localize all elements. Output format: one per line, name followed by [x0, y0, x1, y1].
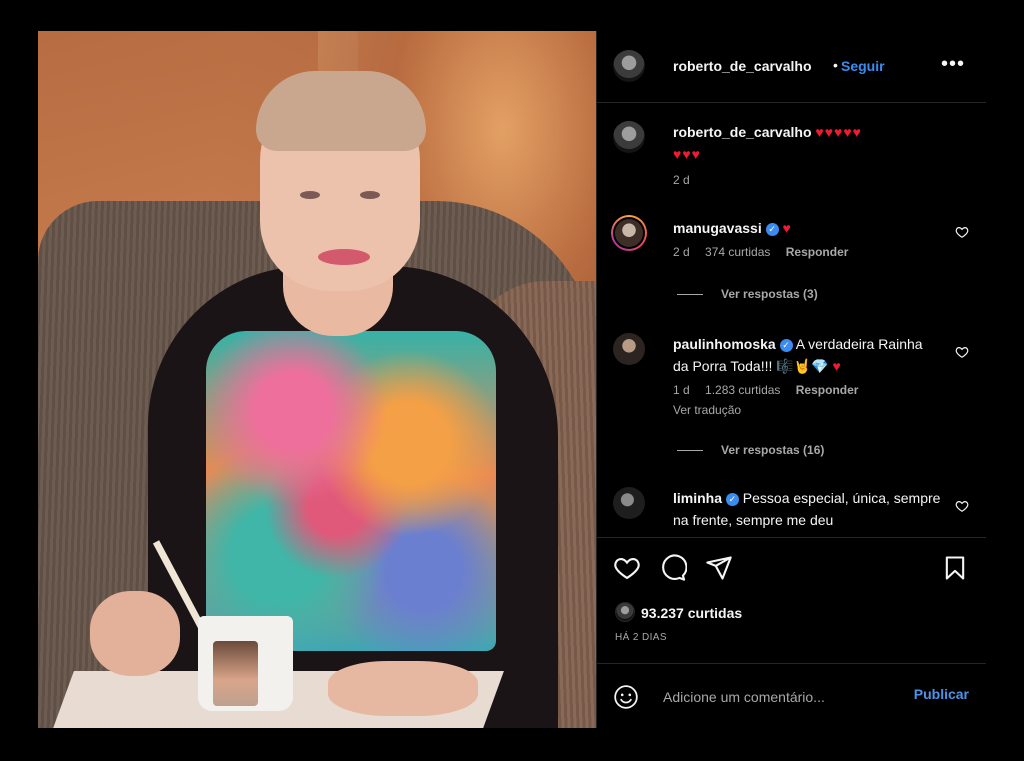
- view-replies-button[interactable]: Ver respostas (3): [677, 287, 818, 301]
- caption-hearts-line2: ♥♥♥: [673, 146, 701, 162]
- post-header: roberto_de_carvalho • Seguir •••: [597, 31, 986, 103]
- photo-hand-right: [328, 661, 478, 716]
- comment-avatar[interactable]: [613, 487, 645, 519]
- view-replies-line: [677, 450, 703, 452]
- smiley-icon[interactable]: [613, 684, 639, 710]
- heart-outline-icon[interactable]: [613, 554, 641, 582]
- caption-text: roberto_de_carvalho ♥♥♥♥♥ ♥♥♥: [673, 121, 941, 165]
- liker-avatar: [615, 602, 635, 622]
- comment-like-heart-icon[interactable]: [955, 345, 969, 359]
- photo-eye-left: [300, 191, 320, 199]
- likes-count[interactable]: 93.237 curtidas: [615, 602, 742, 622]
- comment-avatar[interactable]: [613, 333, 645, 365]
- comment-username[interactable]: liminha: [673, 490, 722, 506]
- photo-mug-picture: [213, 641, 258, 706]
- photo-hand-left: [90, 591, 180, 676]
- bookmark-icon[interactable]: [941, 554, 969, 582]
- comment-time[interactable]: 1 d: [673, 383, 690, 397]
- comment-likes[interactable]: 374 curtidas: [705, 245, 770, 259]
- comment-like-heart-icon[interactable]: [955, 499, 969, 513]
- add-comment-bar: Publicar: [597, 663, 986, 728]
- comment-text: paulinhomoska ✓ A verdadeira Rainha da P…: [673, 333, 941, 377]
- photo-lips: [318, 249, 370, 265]
- more-options-icon[interactable]: •••: [941, 53, 965, 76]
- paper-plane-icon[interactable]: [705, 554, 733, 582]
- reply-button[interactable]: Responder: [786, 245, 849, 259]
- comment-like-heart-icon[interactable]: [955, 225, 969, 239]
- caption-meta: 2 d: [673, 173, 702, 187]
- author-username[interactable]: roberto_de_carvalho: [673, 58, 812, 74]
- comment-meta: 2 d 374 curtidas Responder: [673, 245, 860, 259]
- likes-count-label: 93.237 curtidas: [641, 605, 743, 621]
- comment-text: liminha ✓ Pessoa especial, única, sempre…: [673, 487, 941, 531]
- instagram-post-modal: roberto_de_carvalho • Seguir ••• roberto…: [38, 31, 986, 728]
- comment-likes[interactable]: 1.283 curtidas: [705, 383, 780, 397]
- comment-bubble-icon[interactable]: [659, 554, 687, 582]
- photo-tie-dye-shirt: [206, 331, 496, 651]
- comment-avatar: [615, 219, 643, 247]
- post-photo[interactable]: [38, 31, 596, 728]
- view-replies-button[interactable]: Ver respostas (16): [677, 443, 824, 457]
- comment-heart: ♥: [832, 358, 842, 374]
- verified-badge-icon: ✓: [765, 223, 779, 236]
- comment-username[interactable]: paulinhomoska: [673, 336, 776, 352]
- caption-hearts: ♥♥♥♥♥: [815, 124, 862, 140]
- post-side-panel: roberto_de_carvalho • Seguir ••• roberto…: [596, 31, 986, 728]
- follow-button[interactable]: Seguir: [841, 58, 885, 74]
- view-replies-line: [677, 294, 703, 296]
- caption-time[interactable]: 2 d: [673, 173, 690, 187]
- verified-badge-icon: ✓: [725, 493, 739, 506]
- comment-meta: 1 d 1.283 curtidas Responder: [673, 383, 870, 397]
- author-avatar[interactable]: [613, 50, 645, 82]
- verified-badge-icon: ✓: [779, 339, 793, 352]
- comment-avatar-story-ring[interactable]: [611, 215, 647, 251]
- reply-button[interactable]: Responder: [796, 383, 859, 397]
- comment-input[interactable]: [661, 684, 895, 710]
- post-timestamp[interactable]: HÁ 2 DIAS: [615, 632, 667, 643]
- comment-time[interactable]: 2 d: [673, 245, 690, 259]
- caption-username[interactable]: roberto_de_carvalho: [673, 124, 812, 140]
- post-actions: 93.237 curtidas HÁ 2 DIAS: [597, 537, 986, 663]
- photo-person-hair: [256, 71, 426, 151]
- view-replies-label: Ver respostas (16): [721, 443, 825, 457]
- publish-button[interactable]: Publicar: [914, 686, 969, 702]
- view-replies-label: Ver respostas (3): [721, 287, 818, 301]
- see-translation-link[interactable]: Ver tradução: [673, 403, 741, 417]
- photo-eye-right: [360, 191, 380, 199]
- comment-body: ♥: [782, 220, 792, 236]
- header-separator: •: [833, 57, 838, 73]
- comment-text: manugavassi ✓ ♥: [673, 217, 941, 239]
- comment-username[interactable]: manugavassi: [673, 220, 762, 236]
- comments-list[interactable]: roberto_de_carvalho ♥♥♥♥♥ ♥♥♥ 2 d manuga…: [597, 103, 986, 537]
- caption-avatar[interactable]: [613, 121, 645, 153]
